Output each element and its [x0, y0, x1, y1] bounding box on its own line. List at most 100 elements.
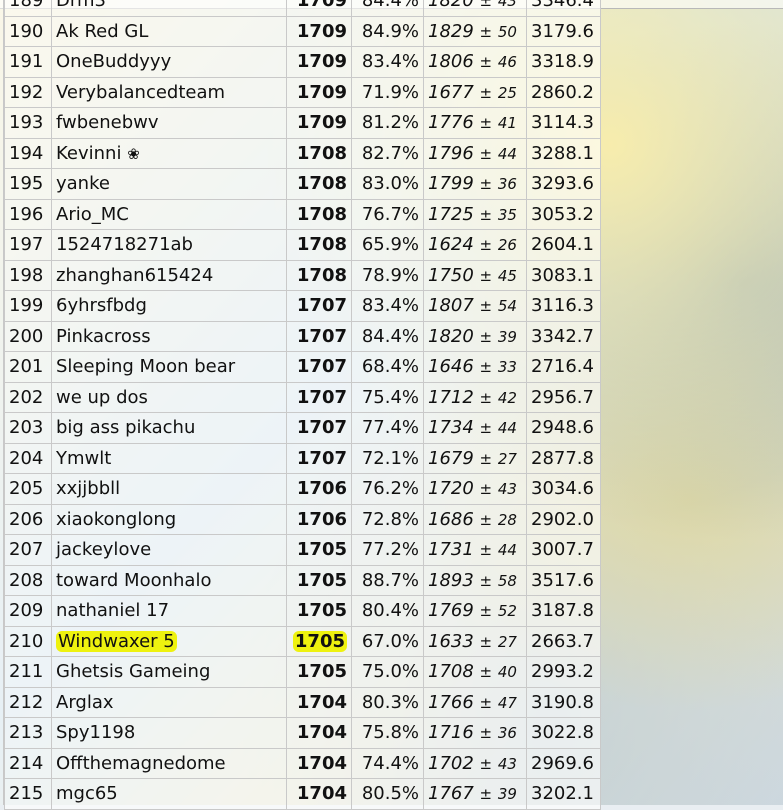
player-name-link[interactable]: Verybalancedteam — [56, 82, 225, 103]
player-name-link[interactable]: yanke — [56, 173, 110, 194]
player-name-link[interactable]: Arglax — [56, 692, 114, 713]
rank-cell: 195 — [4, 168, 52, 200]
elo-cell: 1706 — [286, 473, 352, 505]
coil-cell: 2604.1 — [526, 229, 601, 261]
gxe-value: 75.0% — [361, 661, 419, 683]
rank-cell: 211 — [4, 656, 52, 688]
coil-value: 3116.3 — [531, 295, 594, 317]
gxe-value: 83.4% — [361, 295, 419, 317]
player-name-cell: 1524718271ab — [51, 229, 287, 261]
coil-value: 3114.3 — [531, 112, 594, 134]
player-name-cell: Ghetsis Gameing — [51, 656, 287, 688]
gxe-value: 67.0% — [361, 630, 419, 652]
player-name-link[interactable]: Ghetsis Gameing — [56, 661, 210, 682]
ladder-row: 207 jackeylove 1705 77.2% 1731 ± 44 3007.7 — [4, 534, 601, 566]
player-name-link[interactable]: mgc65 — [56, 783, 118, 804]
gxe-value: 81.2% — [361, 112, 419, 134]
elo-value: 1705 — [296, 569, 347, 591]
glicko-cell: 1769 ± 52 — [423, 595, 527, 627]
player-name-link[interactable]: Kevinni — [56, 143, 121, 164]
player-name-link[interactable]: zhanghan615424 — [56, 265, 213, 286]
player-name-link[interactable]: Sleeping Moon bear — [56, 356, 235, 377]
rank-value: 207 — [9, 539, 44, 561]
plus-minus-symbol: ± — [479, 632, 493, 651]
glicko-rating: 1806 — [428, 51, 474, 73]
player-name-link[interactable]: Windwaxer 5 — [56, 630, 177, 652]
player-name-link[interactable]: xiaokonglong — [56, 509, 176, 530]
coil-cell: 2860.2 — [526, 76, 601, 108]
player-name-link[interactable]: OneBuddyyy — [56, 51, 171, 72]
player-name-link[interactable]: xxjjbbll — [56, 478, 120, 499]
player-name-link[interactable]: 1524718271ab — [56, 234, 193, 255]
ladder-row: 209 nathaniel 17 1705 80.4% 1769 ± 52 3187.8 — [4, 595, 601, 627]
player-name-link[interactable]: jackeylove — [56, 539, 151, 560]
rank-cell: 194 — [4, 137, 52, 169]
coil-value: 2948.6 — [531, 417, 594, 439]
rank-value: 208 — [9, 569, 44, 591]
player-name-cell: Verybalancedteam — [51, 76, 287, 108]
player-name-link[interactable]: Ak Red GL — [56, 21, 148, 42]
glicko-rating: 1796 — [428, 142, 474, 164]
player-name-link[interactable]: Drm3 — [56, 0, 106, 11]
plus-minus-symbol: ± — [479, 571, 493, 590]
ladder-row: 215 mgc65 1704 80.5% 1767 ± 39 3202.1 — [4, 778, 601, 810]
coil-cell: 2663.7 — [526, 625, 601, 657]
player-name-link[interactable]: Pinkacross — [56, 326, 151, 347]
glicko-rating: 1679 — [428, 447, 474, 469]
player-name-link[interactable]: nathaniel 17 — [56, 600, 169, 621]
player-name-cell: xxjjbbll — [51, 473, 287, 505]
gxe-cell: 67.0% — [351, 625, 424, 657]
glicko-cell: 1820 ± 39 — [423, 320, 527, 352]
player-name-cell: 6yhrsfbdg — [51, 290, 287, 322]
glicko-cell: 1716 ± 36 — [423, 717, 527, 749]
player-name-cell: big ass pikachu — [51, 412, 287, 444]
elo-cell: 1706 — [286, 503, 352, 535]
coil-cell: 3288.1 — [526, 137, 601, 169]
player-name-link[interactable]: toward Moonhalo — [56, 570, 211, 591]
coil-cell: 3116.3 — [526, 290, 601, 322]
rank-value: 211 — [9, 661, 44, 683]
rank-value: 189 — [9, 0, 44, 12]
coil-cell: 2956.7 — [526, 381, 601, 413]
gxe-value: 75.4% — [361, 386, 419, 408]
gxe-cell: 77.4% — [351, 412, 424, 444]
elo-cell: 1704 — [286, 717, 352, 749]
coil-cell: 2877.8 — [526, 442, 601, 474]
player-name-link[interactable]: fwbenebwv — [56, 112, 159, 133]
rank-cell: 202 — [4, 381, 52, 413]
glicko-rating: 1708 — [428, 661, 474, 683]
coil-cell: 3007.7 — [526, 534, 601, 566]
glicko-rating: 1731 — [428, 539, 474, 561]
player-name-link[interactable]: Offthemagnedome — [56, 753, 226, 774]
player-name-link[interactable]: 6yhrsfbdg — [56, 295, 147, 316]
elo-value: 1708 — [296, 264, 347, 286]
ladder-row: 200 Pinkacross 1707 84.4% 1820 ± 39 3342.7 — [4, 320, 601, 352]
elo-value: 1705 — [296, 600, 347, 622]
rank-cell: 212 — [4, 686, 52, 718]
gxe-value: 83.4% — [361, 51, 419, 73]
player-name-link[interactable]: Spy1198 — [56, 722, 135, 743]
player-name-link[interactable]: Ymwlt — [56, 448, 111, 469]
glicko-rating: 1829 — [428, 20, 474, 42]
player-name-cell: Spy1198 — [51, 717, 287, 749]
glicko-deviation: 54 — [497, 297, 517, 316]
player-name-link[interactable]: we up dos — [56, 387, 148, 408]
plus-minus-symbol: ± — [479, 785, 493, 804]
player-name-cell: nathaniel 17 — [51, 595, 287, 627]
rank-value: 190 — [9, 20, 44, 42]
glicko-cell: 1677 ± 25 — [423, 76, 527, 108]
ladder-row: 213 Spy1198 1704 75.8% 1716 ± 36 3022.8 — [4, 717, 601, 749]
glicko-cell: 1633 ± 27 — [423, 625, 527, 657]
rank-cell: 200 — [4, 320, 52, 352]
rank-value: 192 — [9, 81, 44, 103]
rank-cell: 215 — [4, 778, 52, 810]
player-name-link[interactable]: Ario_MC — [56, 204, 129, 225]
player-name-cell: toward Moonhalo — [51, 564, 287, 596]
rank-value: 212 — [9, 691, 44, 713]
rank-value: 206 — [9, 508, 44, 530]
elo-cell: 1709 — [286, 107, 352, 139]
glicko-deviation: 36 — [497, 175, 517, 194]
player-name-link[interactable]: big ass pikachu — [56, 417, 195, 438]
glicko-cell: 1731 ± 44 — [423, 534, 527, 566]
elo-value: 1709 — [296, 112, 347, 134]
